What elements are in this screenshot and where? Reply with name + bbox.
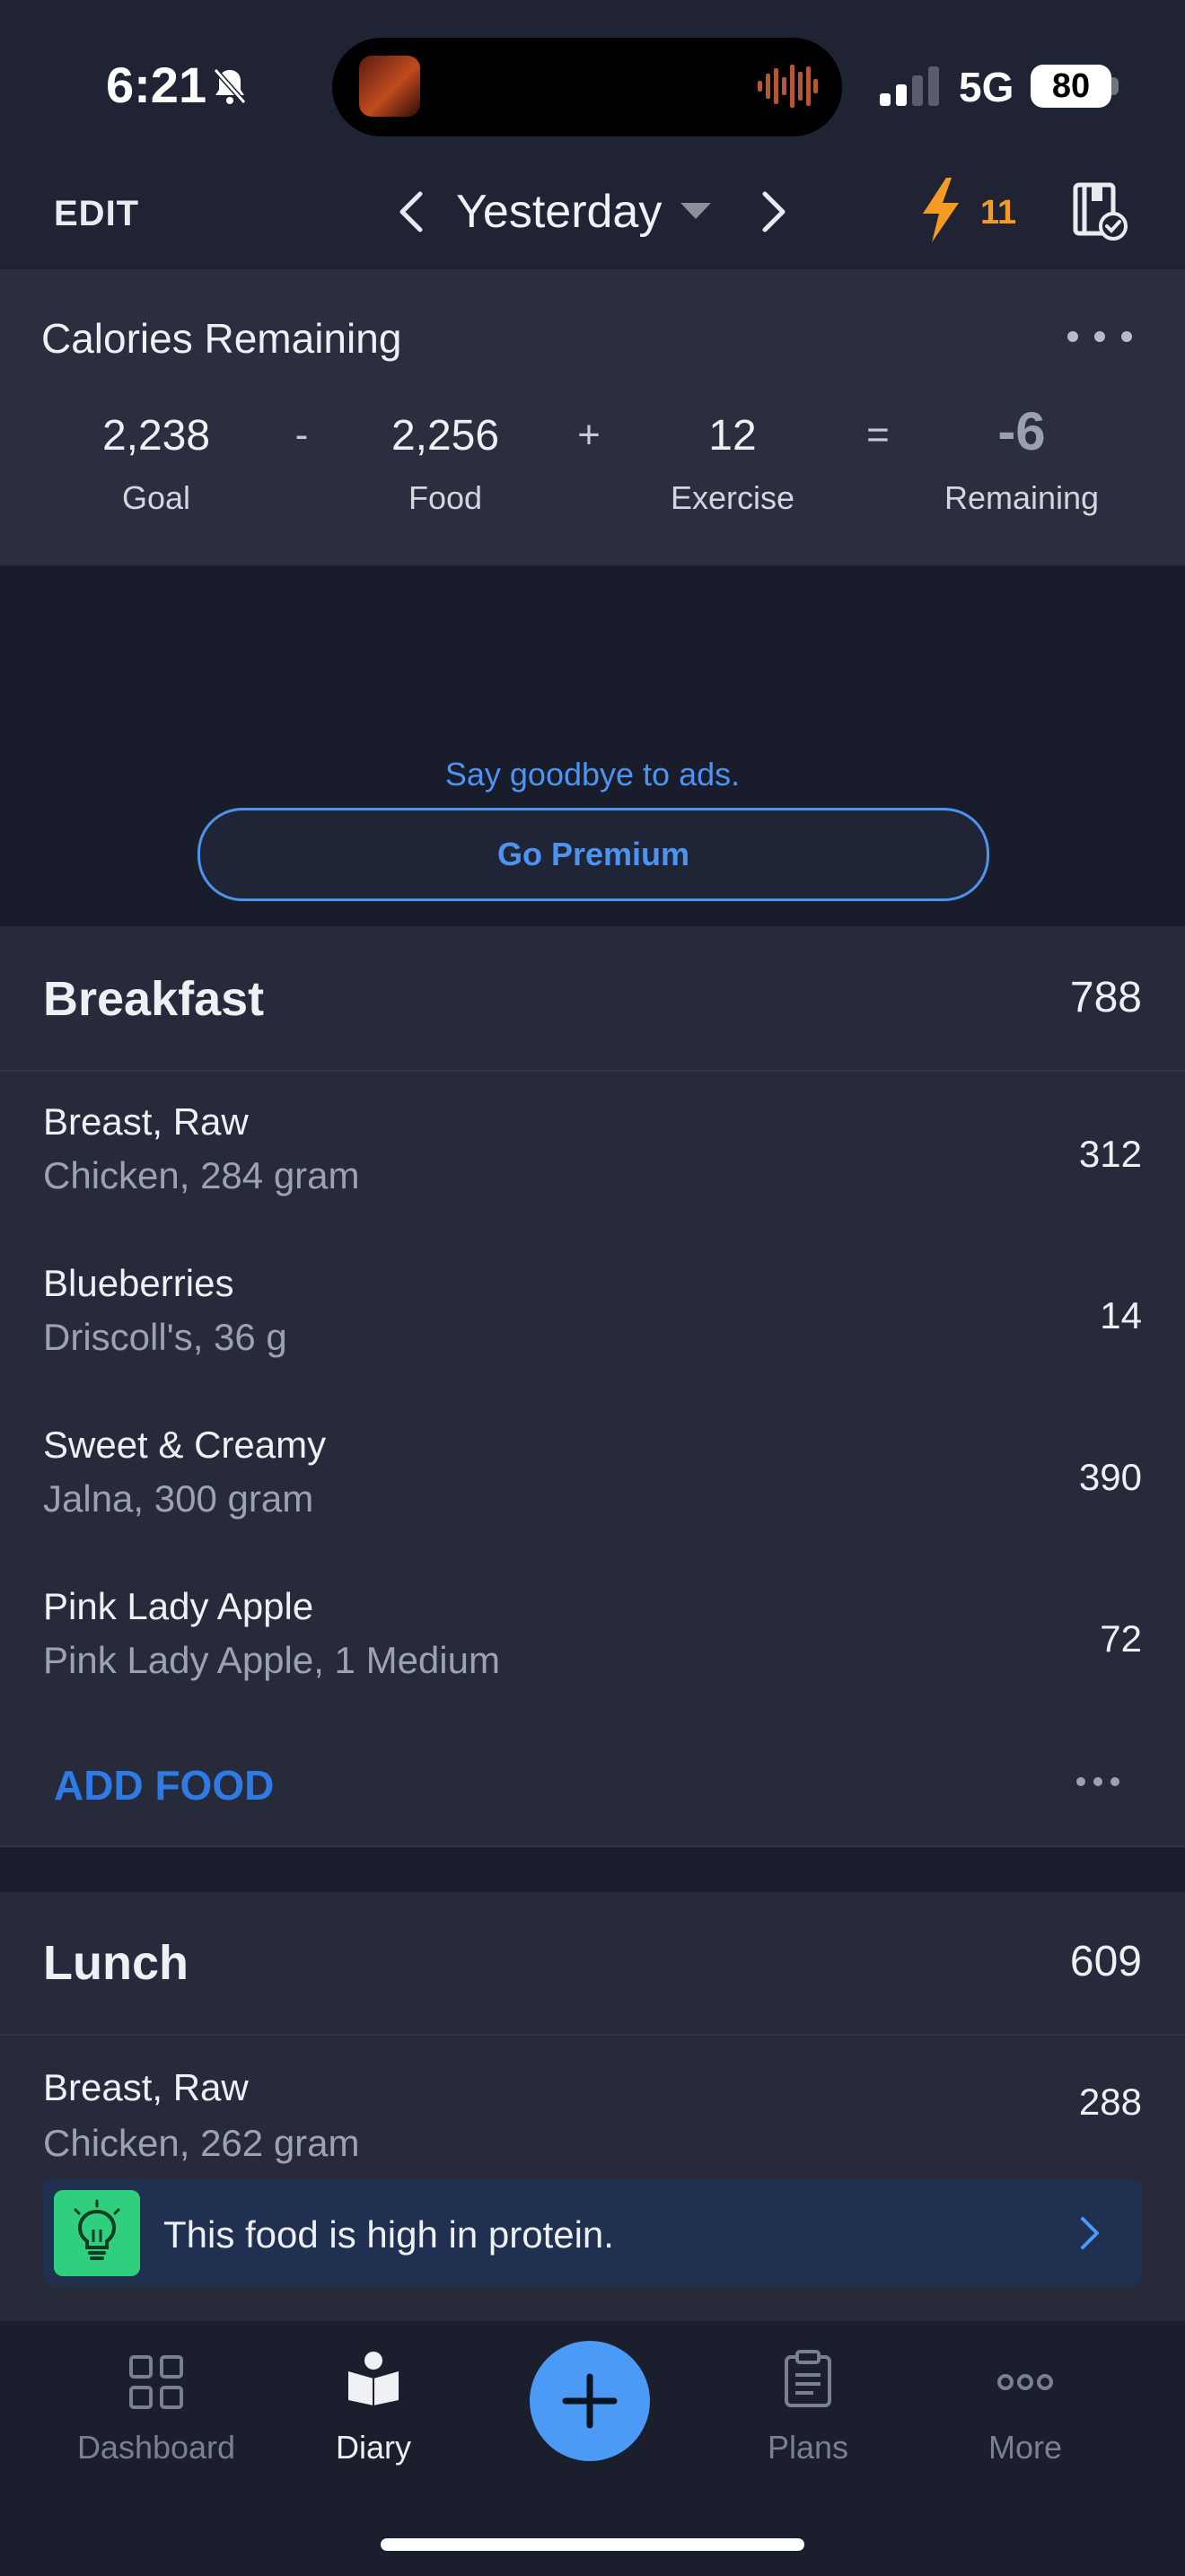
now-playing-artwork[interactable] [359,56,420,117]
section-gap [0,1847,1185,1892]
clipboard-icon[interactable] [779,2350,837,2407]
tab-more[interactable]: More [926,2429,1124,2466]
plus-icon [562,2373,618,2429]
dashboard-icon[interactable] [127,2353,185,2411]
status-time: 6:21 [106,57,207,113]
divider [0,1070,1185,1072]
date-selector[interactable]: Yesterday [456,185,662,239]
food-item-detail[interactable]: Chicken, 284 gram [43,1154,360,1197]
tip-icon-tile [54,2190,140,2276]
go-premium-button[interactable]: Go Premium [198,808,989,901]
protein-tip-text[interactable]: This food is high in protein. [163,2213,614,2256]
food-item-detail[interactable]: Pink Lady Apple, 1 Medium [43,1639,500,1682]
network-type: 5G [959,64,1014,110]
diary-complete-icon[interactable] [1072,181,1129,241]
diary-book-icon[interactable] [345,2348,402,2405]
home-indicator [381,2538,804,2551]
equals-operator: = [866,413,890,457]
exercise-value: 12 [708,412,757,460]
more-dots-icon[interactable] [996,2353,1054,2411]
lightning-bolt-icon[interactable] [919,178,962,242]
food-item-name[interactable]: Sweet & Creamy [43,1424,326,1467]
food-item-calories[interactable]: 390 [873,1456,1142,1499]
chevron-right-icon[interactable] [756,188,792,235]
goal-value: 2,238 [101,412,211,460]
audio-waveform-icon [758,65,818,108]
food-item-calories[interactable]: 288 [873,2081,1142,2124]
battery-indicator: 80 [1031,65,1111,108]
food-label: Food [408,479,483,516]
battery-tip [1111,77,1119,95]
food-item-calories[interactable]: 72 [873,1617,1142,1660]
food-item-name[interactable]: Blueberries [43,1262,233,1305]
divider [0,2034,1185,2036]
add-entry-button[interactable] [530,2341,650,2461]
calories-remaining-title: Calories Remaining [41,315,402,362]
remaining-label: Remaining [944,479,1100,516]
lunch-calories: 609 [1069,1938,1142,1985]
chevron-right-icon[interactable] [1077,2215,1102,2251]
chevron-left-icon[interactable] [393,188,429,235]
ad-message: Say goodbye to ads. [444,756,741,793]
edit-button[interactable]: EDIT [54,194,139,234]
caret-down-icon[interactable] [680,203,711,221]
food-item-calories[interactable]: 14 [873,1294,1142,1337]
bell-muted-icon [213,68,247,104]
food-value: 2,256 [391,412,500,460]
food-item-name[interactable]: Pink Lady Apple [43,1585,313,1628]
breakfast-section [0,926,1185,1847]
remaining-value: -6 [997,401,1046,461]
food-item-detail[interactable]: Jalna, 300 gram [43,1477,313,1520]
food-item-calories[interactable]: 312 [873,1133,1142,1176]
tab-dashboard[interactable]: Dashboard [57,2429,255,2466]
exercise-label: Exercise [670,479,795,516]
food-item-name[interactable]: Breast, Raw [43,1100,249,1143]
food-item-detail[interactable]: Chicken, 262 gram [43,2122,360,2165]
goal-label: Goal [121,479,191,516]
cellular-signal-icon [880,66,939,106]
lunch-title: Lunch [43,1936,189,1990]
food-item-detail[interactable]: Driscoll's, 36 g [43,1316,287,1359]
tab-diary[interactable]: Diary [275,2429,472,2466]
add-food-button[interactable]: ADD FOOD [54,1761,274,1809]
breakfast-calories: 788 [1069,974,1142,1021]
minus-operator: - [294,413,309,457]
plus-operator: + [577,413,601,457]
more-options-icon[interactable] [1059,323,1140,350]
lightbulb-icon [74,2199,120,2260]
more-options-icon[interactable] [1074,1772,1122,1792]
streak-count[interactable]: 11 [980,194,1016,232]
food-item-name[interactable]: Breast, Raw [43,2066,249,2109]
breakfast-title: Breakfast [43,972,265,1026]
tab-plans[interactable]: Plans [709,2429,907,2466]
